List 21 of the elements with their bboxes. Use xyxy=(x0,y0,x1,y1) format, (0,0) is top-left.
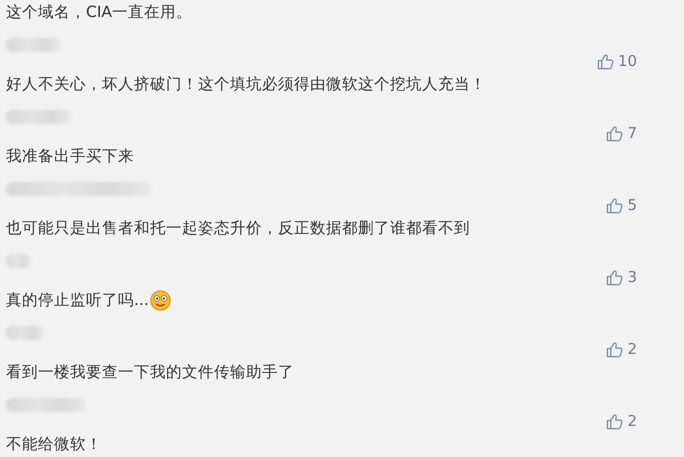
thumbs-up-icon[interactable] xyxy=(596,52,614,70)
thumbs-up-icon[interactable] xyxy=(606,196,624,214)
comment-text: 真的停止监听了吗... xyxy=(6,290,149,310)
comment-text: 我准备出手买下来 xyxy=(6,146,134,166)
thumbs-up-icon[interactable] xyxy=(606,340,624,358)
like-count: 7 xyxy=(627,124,637,142)
redacted-name xyxy=(6,110,71,124)
redacted-name xyxy=(6,38,61,52)
like-count: 10 xyxy=(618,52,637,70)
thumbs-up-icon[interactable] xyxy=(606,124,624,142)
thumbs-up-icon[interactable] xyxy=(606,412,624,430)
comment-text: 不能给微软！ xyxy=(6,434,102,454)
like-count: 2 xyxy=(627,340,637,358)
like-count: 2 xyxy=(627,412,637,430)
comment-text: 这个域名，CIA一直在用。 xyxy=(6,2,192,22)
like-count: 5 xyxy=(627,196,637,214)
comment-text: 好人不关心，坏人挤破门！这个填坑必须得由微软这个挖坑人充当！ xyxy=(6,74,486,94)
thumbs-up-icon[interactable] xyxy=(606,268,624,286)
comment-text: 也可能只是出售者和托一起姿态升价，反正数据都删了谁都看不到 xyxy=(6,218,470,238)
comment-text: 看到一楼我要查一下我的文件传输助手了 xyxy=(6,362,294,382)
like-count: 3 xyxy=(627,268,637,286)
